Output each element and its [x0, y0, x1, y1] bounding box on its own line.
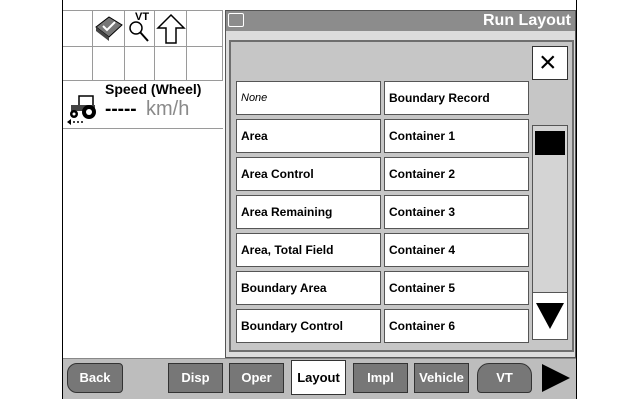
option-item[interactable]: Boundary Control — [236, 309, 381, 343]
grid-cell[interactable] — [125, 47, 155, 81]
screen: VT Speed (Wheel) ----- km/h Run Layout ×… — [0, 0, 635, 399]
option-item[interactable]: None — [236, 81, 381, 115]
tractor-icon — [67, 95, 96, 125]
triangle-down-icon — [536, 303, 564, 329]
scrollbar-thumb[interactable] — [535, 131, 565, 155]
speed-label: Speed (Wheel) — [105, 81, 202, 97]
speed-module[interactable]: Speed (Wheel) ----- km/h — [63, 81, 223, 129]
option-item[interactable]: Boundary Record — [384, 81, 529, 115]
speed-value: ----- — [105, 99, 137, 120]
grid-cell[interactable] — [93, 47, 125, 81]
option-item[interactable]: Container 6 — [384, 309, 529, 343]
tab-impl[interactable]: Impl — [353, 363, 408, 393]
option-item[interactable]: Area Remaining — [236, 195, 381, 229]
grid-cell[interactable] — [63, 47, 93, 81]
grid-cell[interactable] — [63, 11, 93, 47]
back-button[interactable]: Back — [67, 363, 123, 393]
option-item[interactable]: Container 3 — [384, 195, 529, 229]
home-shortcut[interactable] — [155, 11, 187, 47]
layout-icon — [228, 13, 244, 27]
close-icon: × — [539, 46, 557, 79]
window-title: Run Layout — [483, 12, 571, 29]
option-item[interactable]: Container 1 — [384, 119, 529, 153]
monitor-icon — [95, 16, 123, 41]
option-item[interactable]: Container 2 — [384, 157, 529, 191]
grid-cell[interactable] — [187, 11, 223, 47]
shortcut-grid: VT — [63, 11, 223, 81]
speed-unit: km/h — [146, 98, 190, 120]
close-button[interactable]: × — [532, 46, 568, 80]
option-item[interactable]: Area Control — [236, 157, 381, 191]
next-page-button[interactable] — [536, 360, 576, 396]
tab-vt[interactable]: VT — [477, 363, 532, 393]
grid-cell[interactable] — [155, 47, 187, 81]
up-arrow-icon — [156, 13, 186, 44]
option-item[interactable]: Boundary Area — [236, 271, 381, 305]
tab-oper[interactable]: Oper — [229, 363, 284, 393]
option-item[interactable]: Container 4 — [384, 233, 529, 267]
option-item[interactable]: Area — [236, 119, 381, 153]
tab-vehicle[interactable]: Vehicle — [414, 363, 469, 393]
left-panel: VT Speed (Wheel) ----- km/h — [63, 10, 223, 358]
vt-label: VT — [135, 11, 150, 23]
tab-disp[interactable]: Disp — [168, 363, 223, 393]
title-bar: Run Layout — [226, 11, 575, 31]
monitor-shortcut[interactable] — [93, 11, 125, 47]
option-item[interactable]: Container 5 — [384, 271, 529, 305]
vt-shortcut[interactable]: VT — [125, 11, 155, 47]
tab-layout[interactable]: Layout — [291, 360, 346, 395]
grid-cell[interactable] — [187, 47, 223, 81]
scroll-down-button[interactable] — [532, 292, 568, 340]
option-item[interactable]: Area, Total Field — [236, 233, 381, 267]
right-border — [576, 0, 577, 399]
play-arrow-icon — [542, 364, 570, 392]
